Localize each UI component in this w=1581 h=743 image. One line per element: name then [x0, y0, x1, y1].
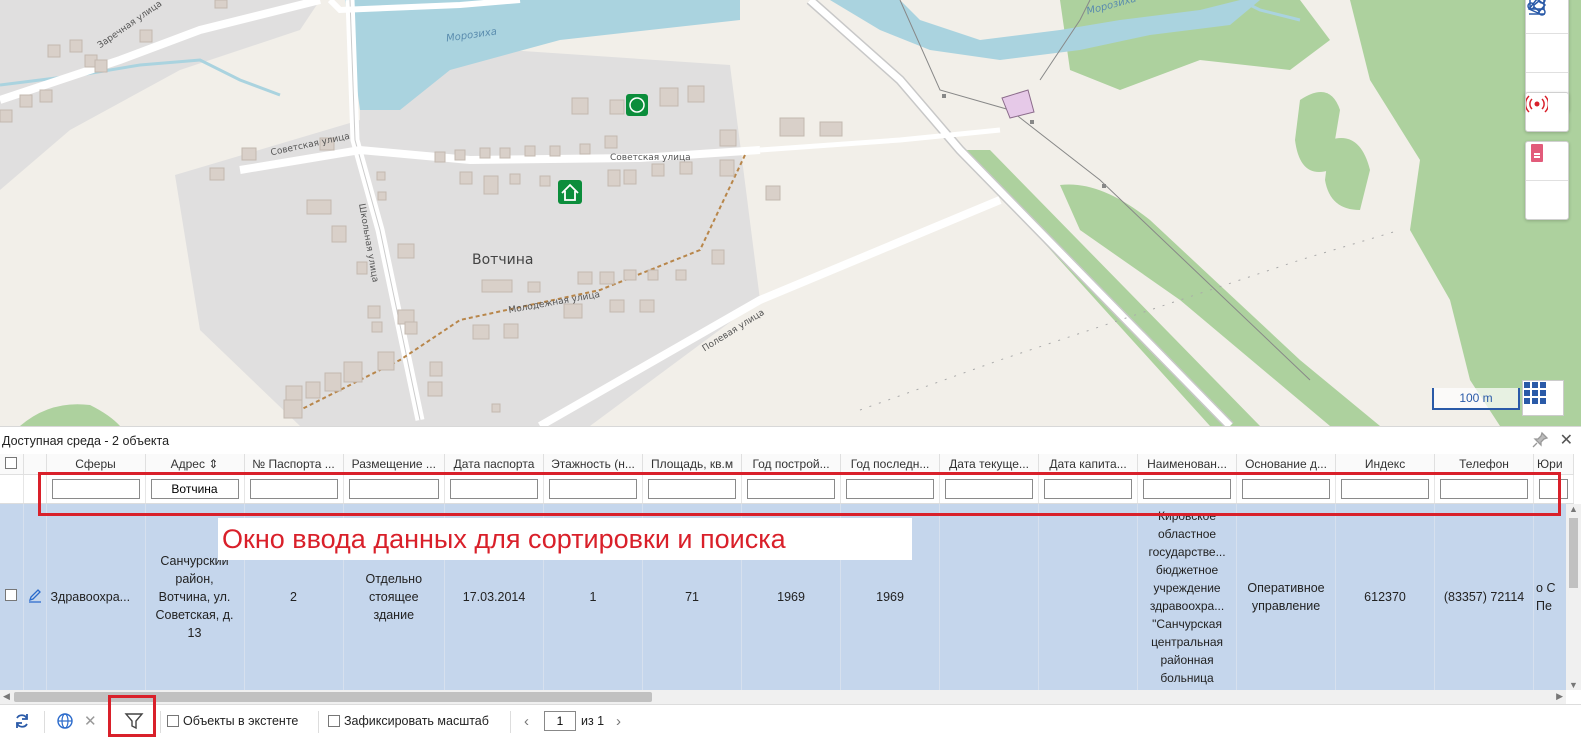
close-icon[interactable]: ✕ — [1560, 430, 1573, 450]
share-icon[interactable] — [1526, 0, 1568, 73]
select-all-checkbox[interactable] — [5, 456, 18, 469]
map-canvas[interactable] — [0, 0, 1581, 426]
page-number-input[interactable] — [544, 711, 576, 731]
table-cell: Кировское областное государстве... бюдже… — [1137, 503, 1238, 690]
table-cell: Оперативное управление — [1236, 503, 1337, 690]
table-cell — [1038, 503, 1139, 690]
prev-page-icon[interactable]: ‹ — [524, 705, 529, 737]
globe-icon[interactable] — [56, 705, 74, 737]
street-label: Советская улица — [610, 153, 691, 163]
edit-icon[interactable] — [27, 588, 43, 606]
signal-icon[interactable] — [1526, 93, 1568, 131]
next-page-icon[interactable]: › — [616, 705, 621, 737]
fix-scale-label: Зафиксировать масштаб — [344, 714, 489, 728]
pin-icon[interactable] — [1531, 431, 1549, 452]
panel-title: Доступная среда - 2 объекта — [2, 434, 170, 448]
table-cell: (83357) 72114 — [1434, 503, 1535, 690]
select-all-header[interactable] — [0, 454, 24, 475]
scroll-left-icon[interactable]: ◀ — [3, 691, 10, 702]
map-tools-group — [1525, 92, 1569, 132]
vertical-scroll-thumb[interactable] — [1569, 518, 1578, 588]
village-label: Вотчина — [472, 252, 534, 268]
scroll-right-icon[interactable]: ▶ — [1556, 691, 1563, 702]
poi-marker-2 — [558, 180, 582, 204]
refresh-icon[interactable] — [13, 705, 31, 737]
horizontal-scrollbar[interactable]: ◀ ▶ — [0, 690, 1566, 704]
fix-scale-toggle[interactable]: Зафиксировать масштаб — [328, 705, 489, 737]
panel-header: Доступная среда - 2 объекта ✕ — [0, 426, 1581, 455]
fix-scale-checkbox[interactable] — [328, 715, 340, 727]
extent-label: Объекты в экстенте — [183, 714, 299, 728]
sort-icon[interactable]: ⇕ — [208, 457, 218, 471]
column-header-label: Адрес — [170, 457, 205, 471]
annotation-label: Окно ввода данных для сортировки и поиск… — [218, 518, 912, 560]
table-cell: 612370 — [1335, 503, 1436, 690]
map-tools-group — [1525, 141, 1569, 220]
poi-marker-1 — [626, 94, 648, 116]
panel-footer: ✕ Объекты в экстенте Зафиксировать масшт… — [0, 695, 1581, 743]
document-icon[interactable] — [1526, 144, 1568, 219]
grid-icon[interactable] — [1522, 380, 1564, 416]
extent-toggle[interactable]: Объекты в экстенте — [167, 705, 298, 737]
extent-checkbox[interactable] — [167, 715, 179, 727]
scroll-up-icon[interactable]: ▲ — [1569, 504, 1578, 514]
row-checkbox[interactable] — [5, 589, 18, 601]
vertical-scrollbar[interactable]: ▲ ▼ — [1566, 504, 1581, 690]
clear-icon[interactable]: ✕ — [84, 705, 97, 737]
scroll-down-icon[interactable]: ▼ — [1569, 680, 1578, 690]
scale-bar: 100 m — [1432, 388, 1520, 410]
annotation-frame — [38, 472, 1561, 516]
map-view[interactable]: Вотчина Морозиха Морозиха Заречная улица… — [0, 0, 1581, 426]
table-cell — [939, 503, 1040, 690]
annotation-frame — [108, 695, 156, 737]
table-cell: Здравоохра... — [46, 503, 146, 690]
page-count: из 1 — [581, 714, 605, 728]
